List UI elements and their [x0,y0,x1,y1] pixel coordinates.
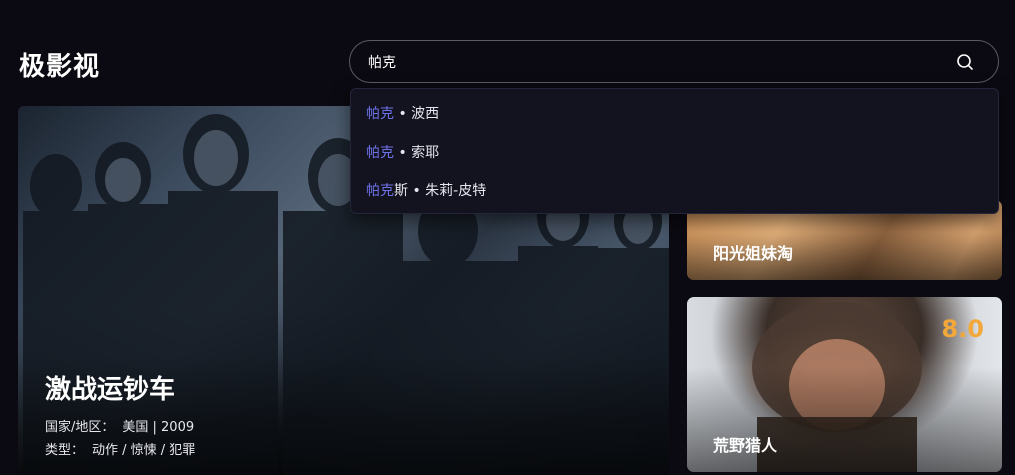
hero-genre: 类型： 动作 / 惊悚 / 犯罪 [45,439,195,458]
movie-card[interactable]: 8.0 荒野猎人 [687,297,1002,472]
suggestion-rest: • 索耶 [394,145,440,161]
app-logo[interactable]: 极影视 [19,46,100,83]
movie-card-title: 阳光姐妹淘 [713,244,794,263]
hero-title[interactable]: 激战运钞车 [45,369,175,406]
hero-genre-label: 类型： [45,443,85,458]
suggestion-match: 帕克 [366,145,394,161]
suggestion-match: 帕克 [366,183,394,199]
rating-badge: 8.0 [941,315,984,343]
suggestion-item[interactable]: 帕克 • 索耶 [366,142,439,164]
hero-genre-value: 动作 / 惊悚 / 犯罪 [92,443,196,458]
suggestion-item[interactable]: 帕克斯 • 朱莉-皮特 [366,180,486,202]
search-bar[interactable] [349,40,999,83]
card-shade [687,367,1002,472]
hero-region-label: 国家/地区： [45,420,115,435]
movie-card-title: 荒野猎人 [713,436,778,455]
hero-region: 国家/地区： 美国 | 2009 [45,416,194,435]
suggestion-match: 帕克 [366,106,394,122]
app-root: 极影视 帕克 激战运钞车 国家/地区： 美国 | 2009 类型： 动作 / 惊… [0,0,1015,475]
search-input[interactable] [368,51,928,73]
suggestion-rest: • 波西 [394,106,440,122]
search-suggestions-dropdown: 帕克 • 波西 帕克 • 索耶 帕克斯 • 朱莉-皮特 [350,88,999,214]
hero-region-value: 美国 | 2009 [122,420,195,435]
search-icon[interactable] [956,53,974,71]
suggestion-item[interactable]: 帕克 • 波西 [366,103,439,125]
suggestion-rest: 斯 • 朱莉-皮特 [394,183,487,199]
